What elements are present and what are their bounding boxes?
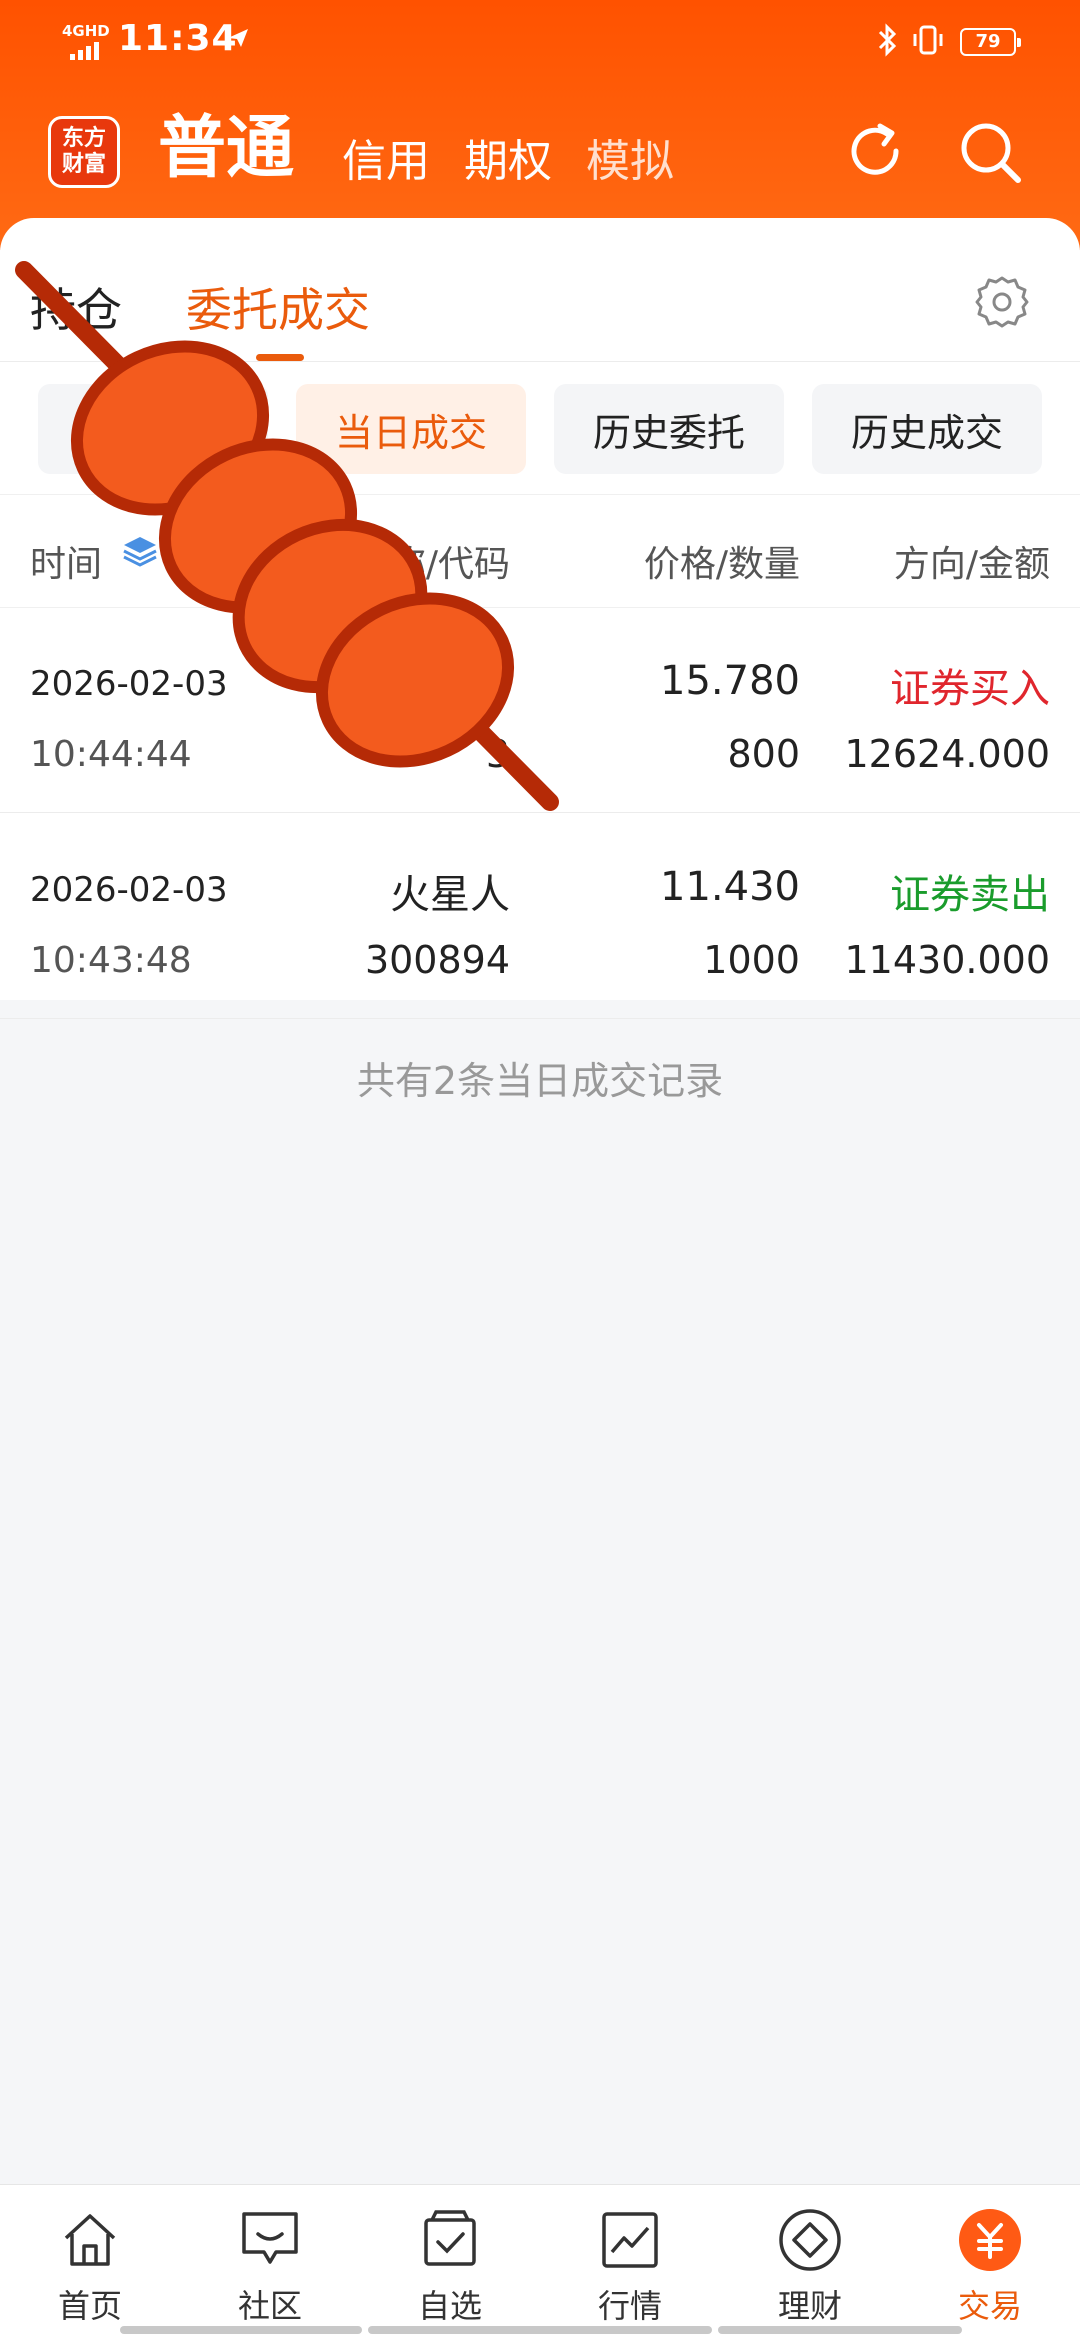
account-tabs: 普通 信用 期权 模拟 bbox=[158, 106, 708, 192]
watchlist-icon bbox=[380, 2207, 520, 2273]
trade-price: 11.430 bbox=[660, 864, 800, 910]
trade-quantity: 800 bbox=[727, 732, 800, 776]
search-icon[interactable] bbox=[956, 118, 1026, 188]
stock-code: 300894 bbox=[364, 938, 510, 982]
col-price-qty: 价格/数量 bbox=[643, 544, 800, 585]
market-icon bbox=[560, 2207, 700, 2273]
app-logo: 东方 财富 bbox=[48, 116, 120, 188]
account-tab-credit[interactable]: 信用 bbox=[342, 132, 430, 192]
send-icon bbox=[228, 29, 248, 47]
community-icon bbox=[200, 2207, 340, 2273]
nav-home[interactable]: 首页 bbox=[20, 2207, 160, 2327]
subtab-history-orders[interactable]: 历史委托 bbox=[554, 384, 784, 474]
nav-trade[interactable]: 交易 bbox=[920, 2207, 1060, 2327]
bottom-nav: 首页 社区 自选 行情 理财 交易 bbox=[0, 2184, 1080, 2340]
stock-name: 火星人 bbox=[390, 872, 510, 918]
bluetooth-icon bbox=[878, 23, 897, 57]
home-icon bbox=[20, 2207, 160, 2273]
nav-wealth[interactable]: 理财 bbox=[740, 2207, 880, 2327]
app-header: 4GHD 11:34 79 东方 财富 普通 信用 期权 模拟 bbox=[0, 0, 1080, 250]
nav-community[interactable]: 社区 bbox=[200, 2207, 340, 2327]
trade-direction: 证券卖出 bbox=[890, 872, 1050, 918]
refresh-icon[interactable] bbox=[842, 118, 908, 184]
battery-indicator: 79 bbox=[960, 28, 1021, 56]
trade-time: 10:43:48 bbox=[30, 940, 192, 981]
col-direction-amount: 方向/金额 bbox=[893, 544, 1050, 585]
account-tab-options[interactable]: 期权 bbox=[464, 132, 552, 192]
nav-label: 行情 bbox=[597, 2287, 662, 2325]
network-type: 4GHD bbox=[62, 22, 110, 40]
trade-price: 15.780 bbox=[660, 658, 800, 704]
status-time: 11:34 bbox=[118, 18, 238, 59]
gesture-bar bbox=[120, 2326, 962, 2334]
nav-label: 社区 bbox=[237, 2287, 302, 2325]
nav-watchlist[interactable]: 自选 bbox=[380, 2207, 520, 2327]
trade-quantity: 1000 bbox=[703, 938, 800, 982]
status-bar: 4GHD 11:34 79 bbox=[0, 0, 1080, 84]
vibrate-icon bbox=[913, 25, 943, 55]
nav-label: 首页 bbox=[57, 2287, 122, 2325]
wealth-icon bbox=[740, 2207, 880, 2273]
summary-text: 共有2条当日成交记录 bbox=[356, 1059, 724, 1103]
nav-label: 理财 bbox=[777, 2287, 842, 2325]
logo-text-line1: 东方 bbox=[61, 126, 106, 151]
trade-amount: 12624.000 bbox=[844, 732, 1051, 776]
network-signal-icon: 4GHD bbox=[62, 22, 112, 60]
account-tab-simulation[interactable]: 模拟 bbox=[586, 132, 674, 192]
nav-market[interactable]: 行情 bbox=[560, 2207, 700, 2327]
nav-label: 交易 bbox=[957, 2287, 1022, 2325]
trade-direction: 证券买入 bbox=[890, 666, 1050, 712]
nav-label: 自选 bbox=[417, 2287, 482, 2325]
account-tab-normal[interactable]: 普通 bbox=[158, 106, 294, 192]
logo-text-line2: 财富 bbox=[61, 152, 106, 177]
gear-icon[interactable] bbox=[972, 272, 1032, 332]
table-row[interactable]: 2026-02-03 10:43:48 火星人 300894 11.430 10… bbox=[0, 814, 1080, 1019]
trade-icon bbox=[920, 2207, 1060, 2273]
skewer-sticker-icon bbox=[15, 261, 559, 811]
subtab-history-deals[interactable]: 历史成交 bbox=[812, 384, 1042, 474]
trade-amount: 11430.000 bbox=[844, 938, 1051, 982]
trade-date: 2026-02-03 bbox=[30, 870, 228, 910]
